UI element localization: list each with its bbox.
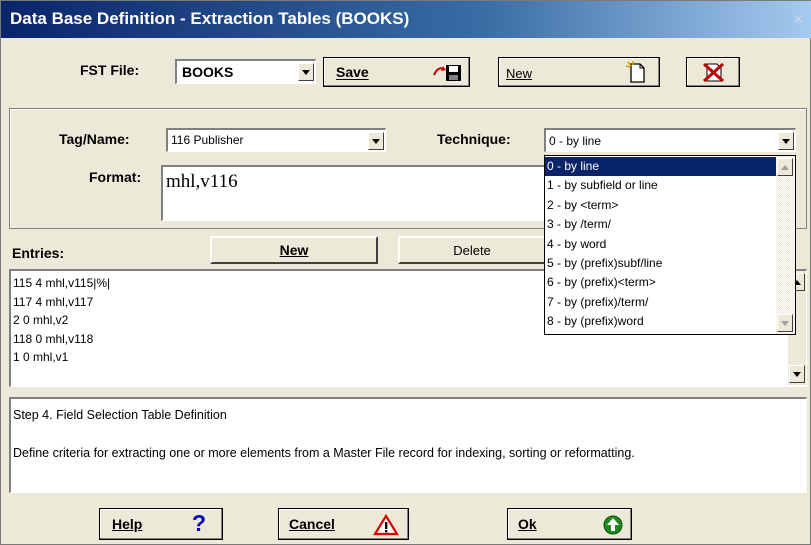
delete-fst-button[interactable] [686, 57, 740, 87]
technique-option[interactable]: 7 - by (prefix)/term/ [545, 293, 776, 312]
close-icon[interactable]: × [793, 9, 804, 30]
floppy-disk-icon [433, 65, 461, 81]
chevron-down-icon[interactable] [778, 132, 794, 150]
delete-file-icon [702, 62, 725, 83]
ok-button[interactable]: Ok [507, 508, 632, 540]
step-title: Step 4. Field Selection Table Definition [13, 408, 227, 422]
fst-file-select[interactable]: BOOKS [175, 59, 316, 84]
chevron-up-icon [781, 164, 789, 170]
tag-name-select[interactable]: 116 Publisher [166, 128, 386, 152]
chevron-down-icon [793, 371, 801, 377]
technique-option[interactable]: 8 - by (prefix)word [545, 312, 776, 331]
list-item[interactable]: 118 0 mhl,v118 [13, 330, 110, 349]
tag-name-label: Tag/Name: [59, 131, 130, 147]
new-entry-button[interactable]: New [210, 236, 378, 264]
ok-button-label: Ok [518, 516, 537, 532]
technique-option[interactable]: 5 - by (prefix)subf/line [545, 254, 776, 273]
cancel-button[interactable]: Cancel [278, 508, 409, 540]
dropdown-scrollbar[interactable] [776, 156, 795, 334]
fst-file-value: BOOKS [182, 64, 234, 80]
entries-list-items: 115 4 mhl,v115|%| 117 4 mhl,v117 2 0 mhl… [13, 274, 110, 367]
help-button[interactable]: Help ? [99, 508, 223, 540]
technique-label: Technique: [437, 131, 511, 147]
list-item[interactable]: 2 0 mhl,v2 [13, 311, 110, 330]
fst-file-label: FST File: [80, 62, 140, 78]
new-document-icon [625, 61, 645, 83]
list-item[interactable]: 1 0 mhl,v1 [13, 348, 110, 367]
dialog-window: Data Base Definition - Extraction Tables… [0, 0, 811, 545]
technique-option[interactable]: 4 - by word [545, 235, 776, 254]
technique-option[interactable]: 2 - by <term> [545, 196, 776, 215]
list-item[interactable]: 117 4 mhl,v117 [13, 293, 110, 312]
window-title: Data Base Definition - Extraction Tables… [10, 9, 410, 28]
technique-option[interactable]: 3 - by /term/ [545, 215, 776, 234]
format-value: mhl,v116 [166, 171, 238, 192]
list-item[interactable]: 115 4 mhl,v115|%| [13, 274, 110, 293]
scroll-down-button[interactable] [789, 365, 805, 383]
cancel-button-label: Cancel [289, 516, 335, 532]
format-label: Format: [89, 169, 142, 185]
technique-dropdown-list[interactable]: 0 - by line 1 - by subfield or line 2 - … [544, 155, 796, 335]
chevron-down-icon[interactable] [298, 63, 314, 81]
new-fst-button-label: New [506, 66, 533, 81]
technique-option[interactable]: 1 - by subfield or line [545, 176, 776, 195]
title-bar[interactable]: Data Base Definition - Extraction Tables… [1, 1, 811, 38]
green-arrow-up-icon [603, 515, 623, 535]
new-entry-button-label: New [279, 242, 309, 258]
scroll-down-button[interactable] [777, 314, 793, 332]
help-text-panel: Step 4. Field Selection Table Definition… [9, 397, 807, 493]
delete-entry-button[interactable]: Delete [398, 236, 546, 264]
step-description: Define criteria for extracting one or mo… [13, 446, 635, 460]
help-button-label: Help [112, 516, 143, 532]
chevron-down-icon[interactable] [368, 132, 384, 150]
technique-value: 0 - by line [549, 134, 602, 148]
save-button-label: Save [336, 64, 369, 80]
delete-entry-button-label: Delete [453, 242, 491, 258]
technique-option[interactable]: 6 - by (prefix)<term> [545, 273, 776, 292]
warning-triangle-icon [373, 514, 399, 536]
scroll-up-button[interactable] [777, 158, 793, 176]
new-fst-button[interactable]: New [498, 57, 660, 87]
tag-name-value: 116 Publisher [171, 133, 244, 147]
chevron-down-icon [781, 320, 789, 326]
format-textarea[interactable]: mhl,v116 [161, 165, 545, 221]
technique-options: 0 - by line 1 - by subfield or line 2 - … [545, 157, 776, 332]
save-button[interactable]: Save [323, 57, 470, 87]
technique-select[interactable]: 0 - by line [544, 128, 796, 152]
entries-label: Entries: [12, 245, 65, 261]
question-mark-icon: ? [192, 510, 207, 536]
technique-option[interactable]: 0 - by line [545, 157, 776, 177]
